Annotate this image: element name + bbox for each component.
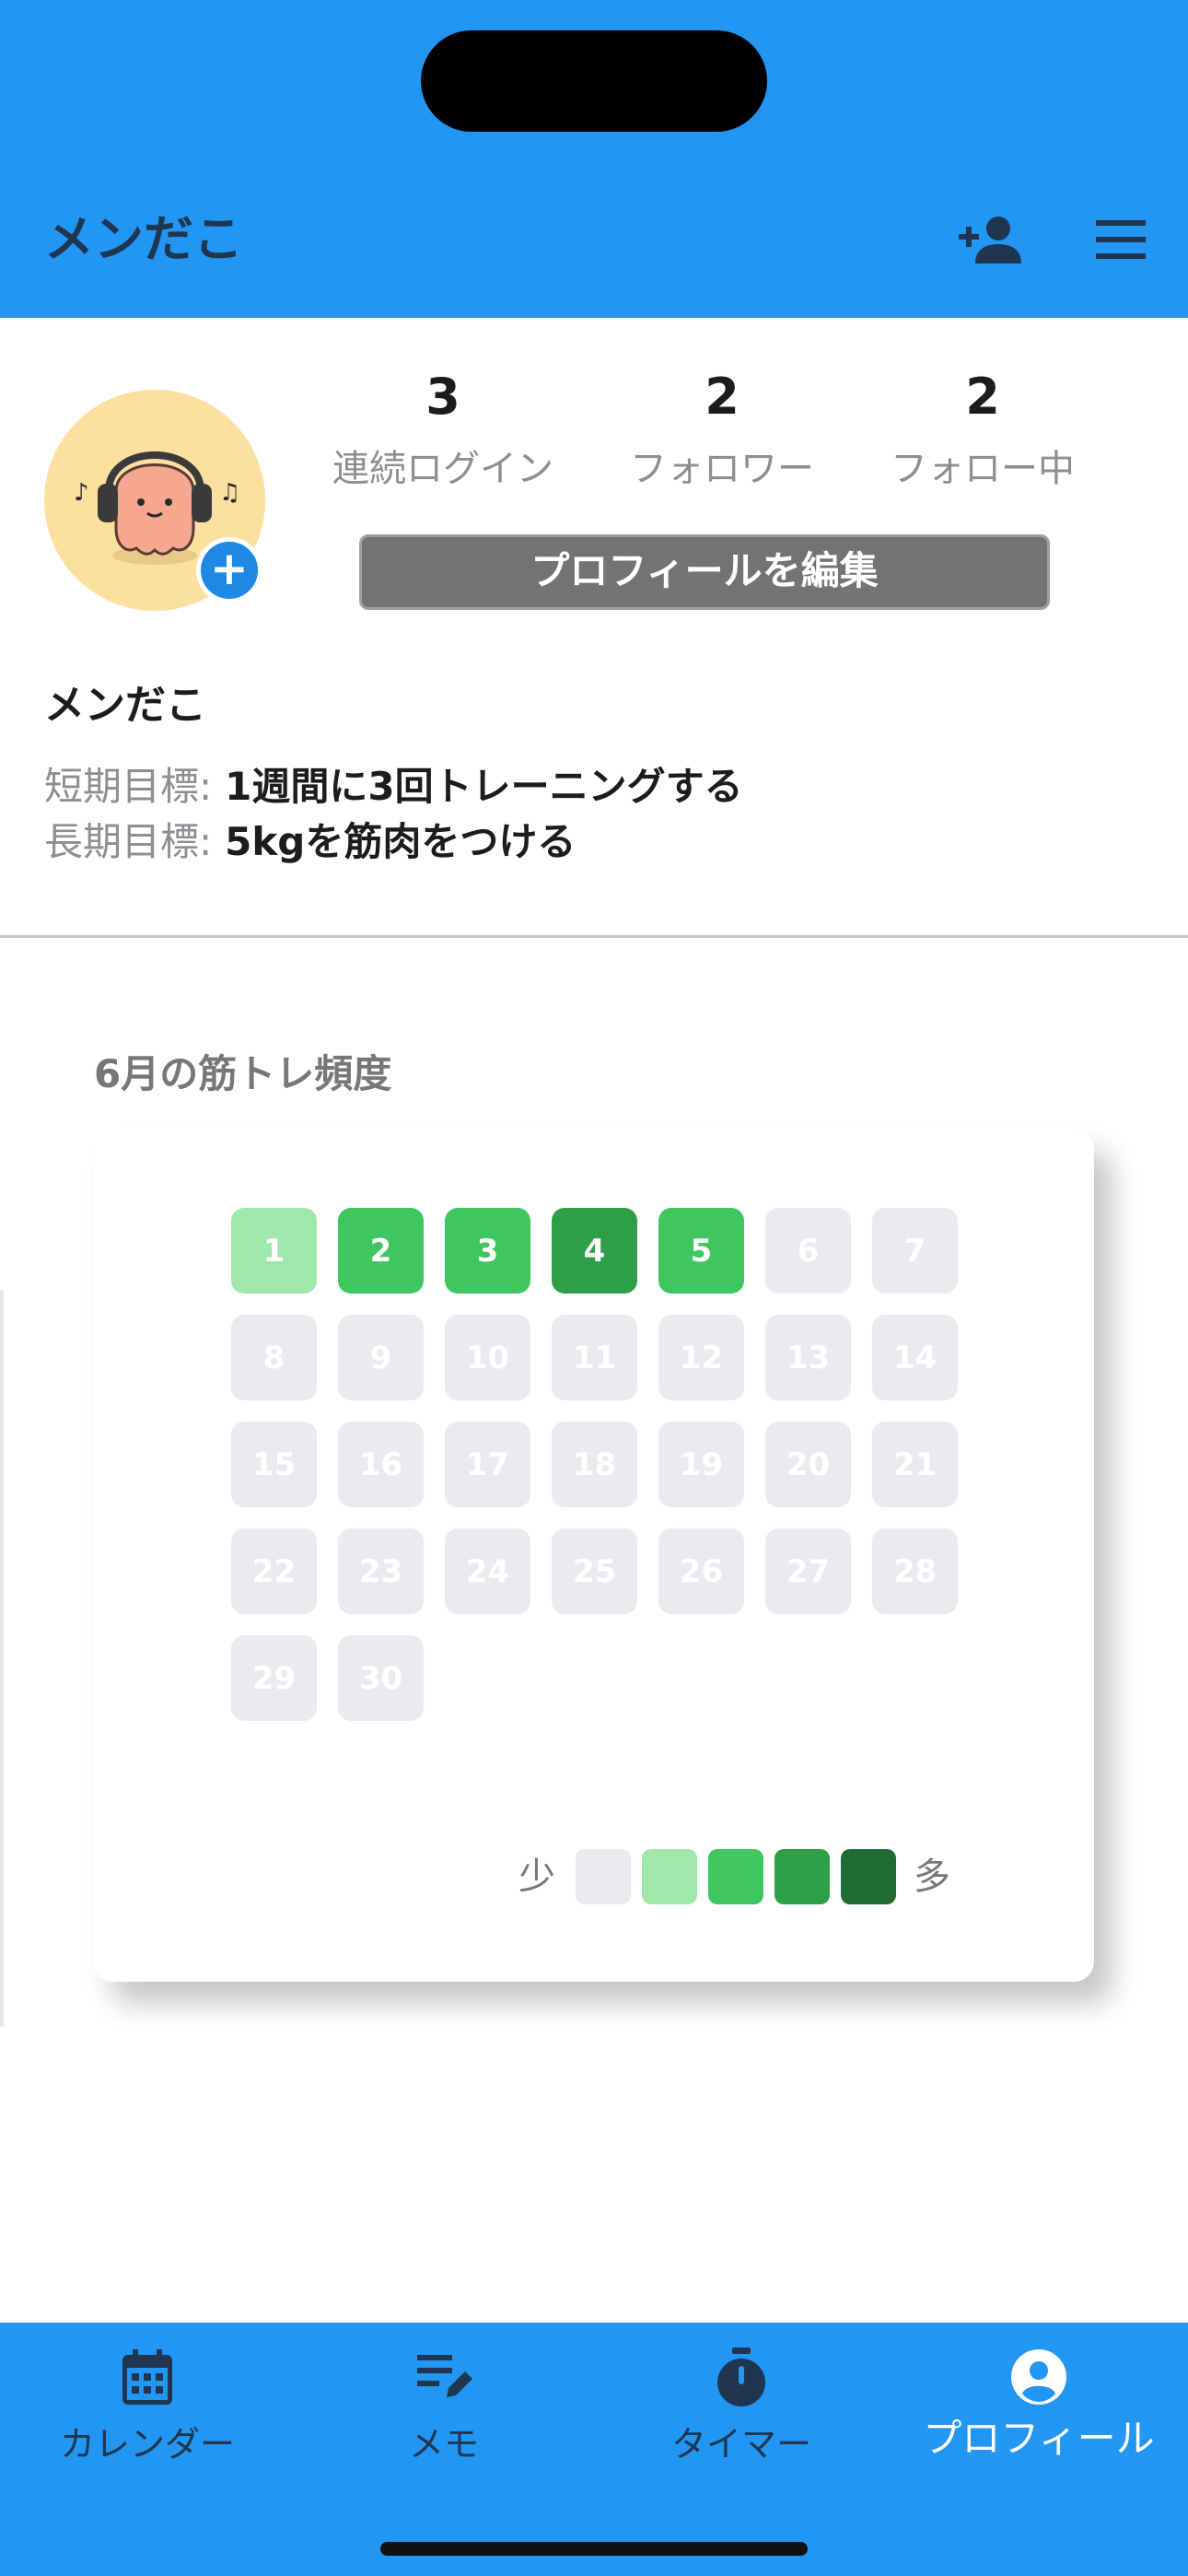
section-divider (0, 935, 1188, 938)
heatmap-day-12[interactable]: 12 (658, 1315, 744, 1400)
stat-label: フォロー中 (891, 448, 1075, 490)
goal-value: 1週間に3回トレーニングする (225, 764, 743, 809)
heatmap-day-2[interactable]: 2 (338, 1208, 424, 1294)
heatmap-day-1[interactable]: 1 (231, 1208, 317, 1294)
stat-value: 2 (705, 368, 740, 426)
calendar-icon (122, 2349, 172, 2405)
heatmap-day-30[interactable]: 30 (338, 1635, 424, 1721)
heatmap-day-26[interactable]: 26 (658, 1528, 744, 1614)
heatmap-day-25[interactable]: 25 (552, 1528, 637, 1614)
stat-value: 2 (965, 368, 1000, 426)
stat-login-streak: 3 連続ログイン (323, 365, 563, 501)
heatmap-day-9[interactable]: 9 (338, 1315, 424, 1400)
heatmap-title: 6月の筋トレ頻度 (94, 1051, 392, 1096)
stat-label: 連続ログイン (332, 448, 553, 490)
heatmap-day-4[interactable]: 4 (552, 1208, 637, 1294)
heatmap-day-23[interactable]: 23 (338, 1528, 424, 1614)
stat-label: フォロワー (630, 448, 814, 490)
heatmap-day-29[interactable]: 29 (231, 1635, 317, 1721)
legend-swatch-1 (642, 1849, 697, 1904)
edit-profile-button[interactable]: プロフィールを編集 (359, 534, 1050, 610)
heatmap-day-5[interactable]: 5 (658, 1208, 744, 1294)
tab-profile[interactable]: プロフィール (891, 2340, 1186, 2478)
heatmap-day-28[interactable]: 28 (872, 1528, 958, 1614)
legend-swatch-4 (841, 1849, 896, 1904)
dynamic-island (421, 30, 767, 132)
add-friend-button[interactable] (949, 203, 1031, 276)
legend-low-label: 少 (518, 1856, 555, 1898)
adjacent-card-edge (0, 1290, 4, 2027)
heatmap-day-17[interactable]: 17 (445, 1422, 530, 1507)
svg-text:♫: ♫ (219, 479, 240, 507)
menu-button[interactable] (1079, 203, 1162, 276)
heatmap-day-10[interactable]: 10 (445, 1315, 530, 1400)
heatmap-day-27[interactable]: 27 (765, 1528, 851, 1614)
legend-swatch-2 (708, 1849, 763, 1904)
legend-swatch-0 (576, 1849, 631, 1904)
heatmap-day-20[interactable]: 20 (765, 1422, 851, 1507)
profile-icon (1011, 2349, 1066, 2405)
heatmap-day-19[interactable]: 19 (658, 1422, 744, 1507)
tab-label: プロフィール (923, 2416, 1155, 2461)
heatmap-day-16[interactable]: 16 (338, 1422, 424, 1507)
heatmap-day-8[interactable]: 8 (231, 1315, 317, 1400)
profile-name: メンだこ (44, 682, 206, 729)
heatmap-day-7[interactable]: 7 (872, 1208, 958, 1294)
heatmap-day-11[interactable]: 11 (552, 1315, 637, 1400)
tab-timer[interactable]: タイマー (594, 2340, 889, 2478)
goal-label: 長期目標: (44, 819, 213, 864)
heatmap-day-15[interactable]: 15 (231, 1422, 317, 1507)
legend-high-label: 多 (914, 1856, 950, 1898)
heatmap-day-6[interactable]: 6 (765, 1208, 851, 1294)
add-avatar-button[interactable]: + (196, 537, 262, 603)
goal-value: 5kgを筋肉をつける (225, 819, 577, 864)
memo-edit-icon (417, 2355, 472, 2397)
person-add-icon (959, 217, 1021, 263)
stat-following[interactable]: 2 フォロー中 (863, 365, 1102, 501)
tab-memo[interactable]: メモ (297, 2340, 591, 2478)
tab-label: メモ (408, 2424, 479, 2465)
stat-followers[interactable]: 2 フォロワー (602, 365, 842, 501)
heatmap-day-3[interactable]: 3 (445, 1208, 530, 1294)
page-title: メンだこ (44, 210, 243, 268)
goal-label: 短期目標: (44, 764, 213, 809)
heatmap-day-24[interactable]: 24 (445, 1528, 530, 1614)
long-term-goal: 長期目標: 5kgを筋肉をつける (44, 816, 576, 868)
short-term-goal: 短期目標: 1週間に3回トレーニングする (44, 761, 743, 813)
home-indicator (380, 2542, 808, 2556)
stopwatch-icon (717, 2348, 765, 2406)
tab-calendar[interactable]: カレンダー (0, 2340, 295, 2478)
app-header: メンだこ (0, 0, 1188, 318)
hamburger-menu-icon (1096, 220, 1146, 259)
stat-value: 3 (425, 368, 460, 426)
tab-label: カレンダー (59, 2424, 235, 2465)
heatmap-day-21[interactable]: 21 (872, 1422, 958, 1507)
heatmap-day-13[interactable]: 13 (765, 1315, 851, 1400)
svg-text:♪: ♪ (74, 479, 89, 507)
heatmap-day-14[interactable]: 14 (872, 1315, 958, 1400)
heatmap-day-18[interactable]: 18 (552, 1422, 637, 1507)
tab-label: タイマー (670, 2424, 811, 2465)
legend-swatch-3 (775, 1849, 830, 1904)
heatmap-day-22[interactable]: 22 (231, 1528, 317, 1614)
